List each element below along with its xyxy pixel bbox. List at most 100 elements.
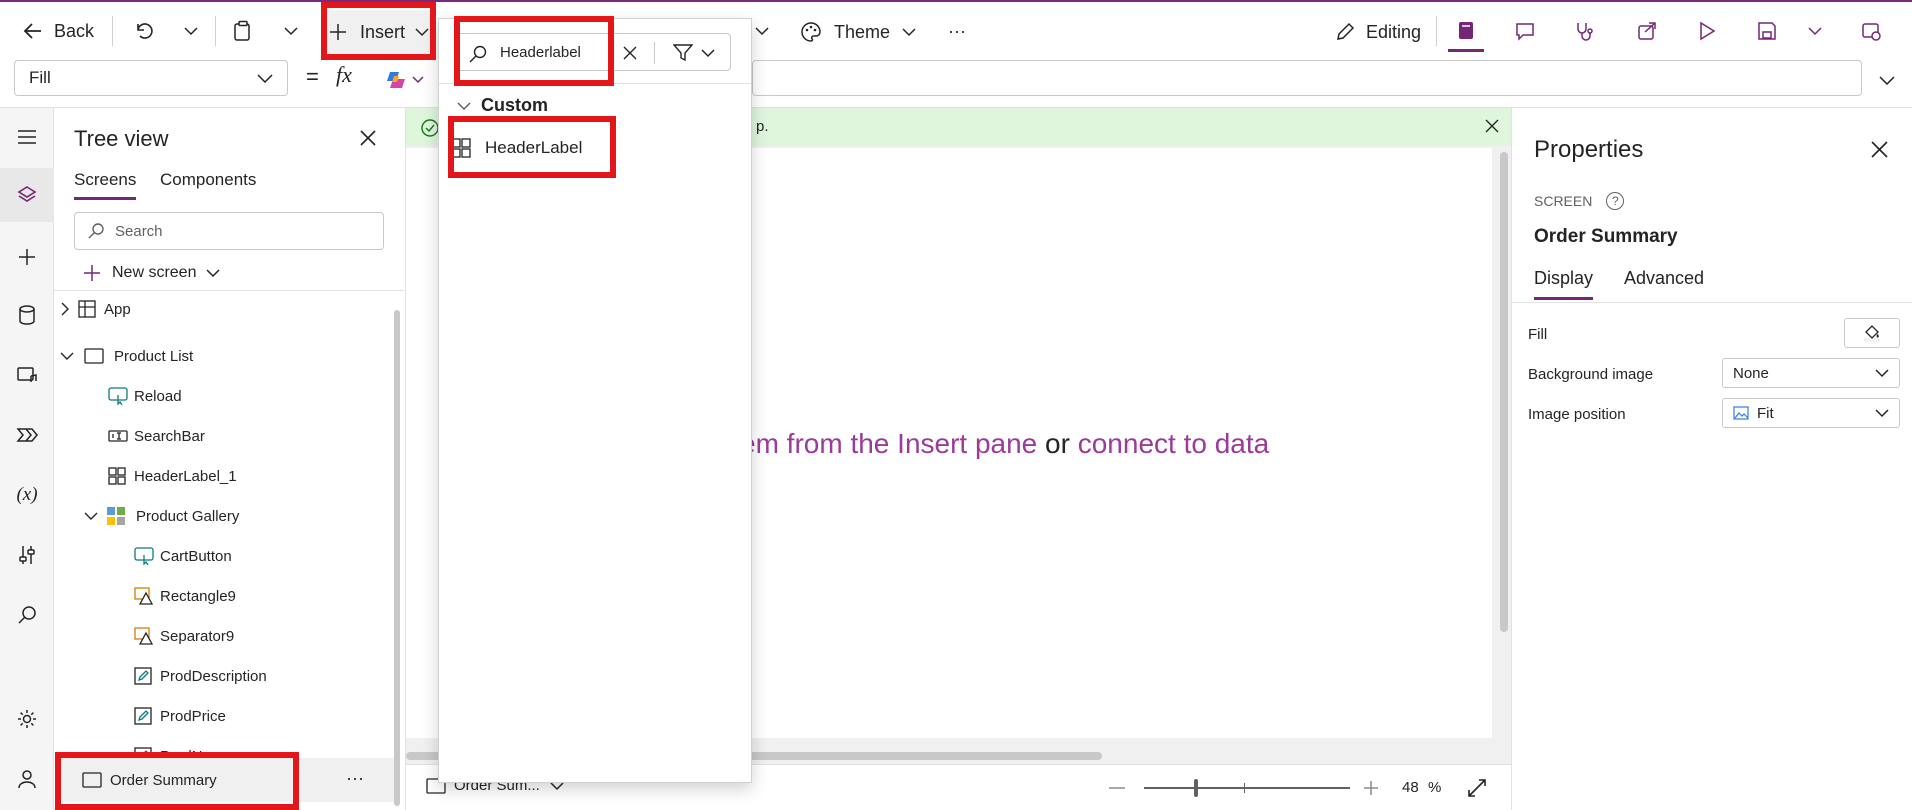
comments-button[interactable]	[1508, 14, 1542, 48]
zoom-slider-thumb[interactable]	[1194, 779, 1198, 797]
theme-button[interactable]: Theme	[800, 10, 918, 54]
share-icon	[1638, 22, 1656, 40]
search-icon	[18, 606, 36, 624]
background-image-dropdown[interactable]: None	[1722, 358, 1900, 388]
close-tree-button[interactable]	[354, 124, 382, 152]
chevron-down-icon	[84, 512, 98, 520]
property-dropdown[interactable]: Fill	[14, 60, 288, 96]
filter-button[interactable]	[664, 42, 724, 64]
tree-item-order-summary[interactable]: Order Summary ···	[60, 758, 395, 802]
insert-result-headerlabel[interactable]: HeaderLabel	[451, 129, 611, 167]
close-notification-button[interactable]	[1482, 116, 1502, 136]
tree-item-rectangle9[interactable]: Rectangle9	[134, 578, 236, 614]
component-icon	[451, 138, 471, 158]
undo-dropdown[interactable]	[178, 14, 204, 48]
publish-button[interactable]	[1854, 14, 1888, 48]
zoom-unit: %	[1428, 779, 1442, 796]
expand-formula-button[interactable]	[1872, 66, 1902, 94]
fit-to-window-button[interactable]	[1464, 775, 1490, 801]
formula-bar: Fill = fx	[0, 58, 1912, 108]
fill-color-picker[interactable]	[1844, 318, 1900, 348]
tree-item-label: Product Gallery	[136, 507, 240, 525]
add-data-button[interactable]	[752, 14, 772, 48]
tree-item-reload[interactable]: Reload	[108, 378, 182, 414]
data-button[interactable]	[0, 288, 54, 342]
hamburger-button[interactable]	[0, 110, 54, 164]
tab-advanced[interactable]: Advanced	[1624, 268, 1704, 300]
paste-button[interactable]	[226, 14, 260, 48]
section-custom[interactable]: Custom	[457, 95, 548, 116]
editing-button[interactable]: Editing	[1334, 10, 1436, 54]
plus-icon	[19, 249, 35, 265]
app-checker-button[interactable]	[1448, 12, 1484, 52]
save-button[interactable]	[1750, 14, 1784, 48]
divider	[439, 83, 751, 84]
zoom-value: 48	[1402, 779, 1419, 796]
tree-item-searchbar[interactable]: SearchBar	[108, 418, 205, 454]
tree-item-headerlabel-1[interactable]: HeaderLabel_1	[108, 458, 237, 494]
health-button[interactable]	[1568, 14, 1602, 48]
tree-item-cartbutton[interactable]: CartButton	[134, 538, 232, 574]
tree-search-input[interactable]: Search	[74, 212, 384, 250]
preview-button[interactable]	[1690, 14, 1724, 48]
search-rail-button[interactable]	[0, 588, 54, 642]
tree-view-button[interactable]	[0, 168, 54, 222]
chevron-down-icon	[1875, 409, 1889, 418]
shape-icon	[134, 627, 154, 645]
flow-icon	[16, 428, 38, 442]
tree-item-app[interactable]: App	[60, 298, 131, 320]
insert-search-input[interactable]: Headerlabel	[457, 33, 731, 71]
canvas-vertical-scrollbar[interactable]	[1500, 152, 1508, 632]
more-button[interactable]: ···	[940, 14, 974, 48]
more-options-button[interactable]: ···	[346, 768, 364, 789]
account-button[interactable]	[0, 752, 54, 806]
back-button[interactable]: Back	[22, 10, 102, 52]
plus-icon	[84, 265, 100, 281]
filter-icon	[673, 44, 693, 62]
tree-item-proddescription[interactable]: ProdDescription	[134, 658, 267, 694]
notification-text: p.	[756, 118, 769, 135]
pencil-icon	[1337, 22, 1355, 40]
tree-item-prodprice[interactable]: ProdPrice	[134, 698, 226, 734]
clear-search-button[interactable]	[618, 42, 642, 64]
settings-button[interactable]	[0, 692, 54, 746]
paste-dropdown[interactable]	[278, 14, 304, 48]
image-position-dropdown[interactable]: Fit	[1722, 398, 1900, 428]
formula-input[interactable]	[752, 60, 1862, 96]
variables-button[interactable]: (x)	[0, 468, 54, 522]
chevron-down-icon	[412, 76, 424, 84]
zoom-in-button[interactable]	[1360, 777, 1382, 799]
tree-item-separator9[interactable]: Separator9	[134, 618, 234, 654]
tree-item-product-gallery[interactable]: Product Gallery	[84, 498, 239, 534]
fx-icon: fx	[336, 62, 352, 87]
tree-scrollbar[interactable]	[394, 310, 400, 806]
insert-button[interactable]: Insert	[322, 10, 434, 54]
save-dropdown[interactable]	[1802, 14, 1828, 48]
help-icon[interactable]: ?	[1606, 192, 1625, 210]
advanced-tools-button[interactable]	[0, 528, 54, 582]
zoom-out-button[interactable]	[1106, 777, 1128, 799]
tab-screens[interactable]: Screens	[74, 170, 137, 200]
zoom-slider[interactable]	[1144, 787, 1350, 789]
close-properties-button[interactable]	[1864, 134, 1894, 164]
power-automate-button[interactable]	[0, 408, 54, 462]
insert-pane-link[interactable]: em from the Insert pane	[740, 428, 1037, 459]
new-screen-button[interactable]: New screen	[82, 258, 221, 288]
tab-components[interactable]: Components	[160, 170, 256, 200]
tab-display[interactable]: Display	[1534, 268, 1594, 300]
command-bar: Back Insert Theme ··· Editing	[0, 0, 1912, 58]
undo-button[interactable]	[128, 14, 160, 48]
tree-item-label: SearchBar	[134, 427, 205, 445]
tab-screens-label: Screens	[74, 170, 137, 189]
connect-data-link[interactable]: connect to data	[1078, 428, 1269, 459]
person-icon	[18, 770, 36, 789]
copilot-button[interactable]	[384, 66, 436, 94]
text-input-icon	[108, 430, 128, 442]
insert-search-value: Headerlabel	[500, 44, 581, 61]
chevron-down-icon	[60, 352, 74, 360]
insert-rail-button[interactable]	[0, 230, 54, 284]
screen-type-label: SCREEN	[1534, 193, 1593, 209]
media-button[interactable]	[0, 348, 54, 402]
share-button[interactable]	[1630, 14, 1664, 48]
tree-item-product-list[interactable]: Product List	[60, 338, 193, 374]
